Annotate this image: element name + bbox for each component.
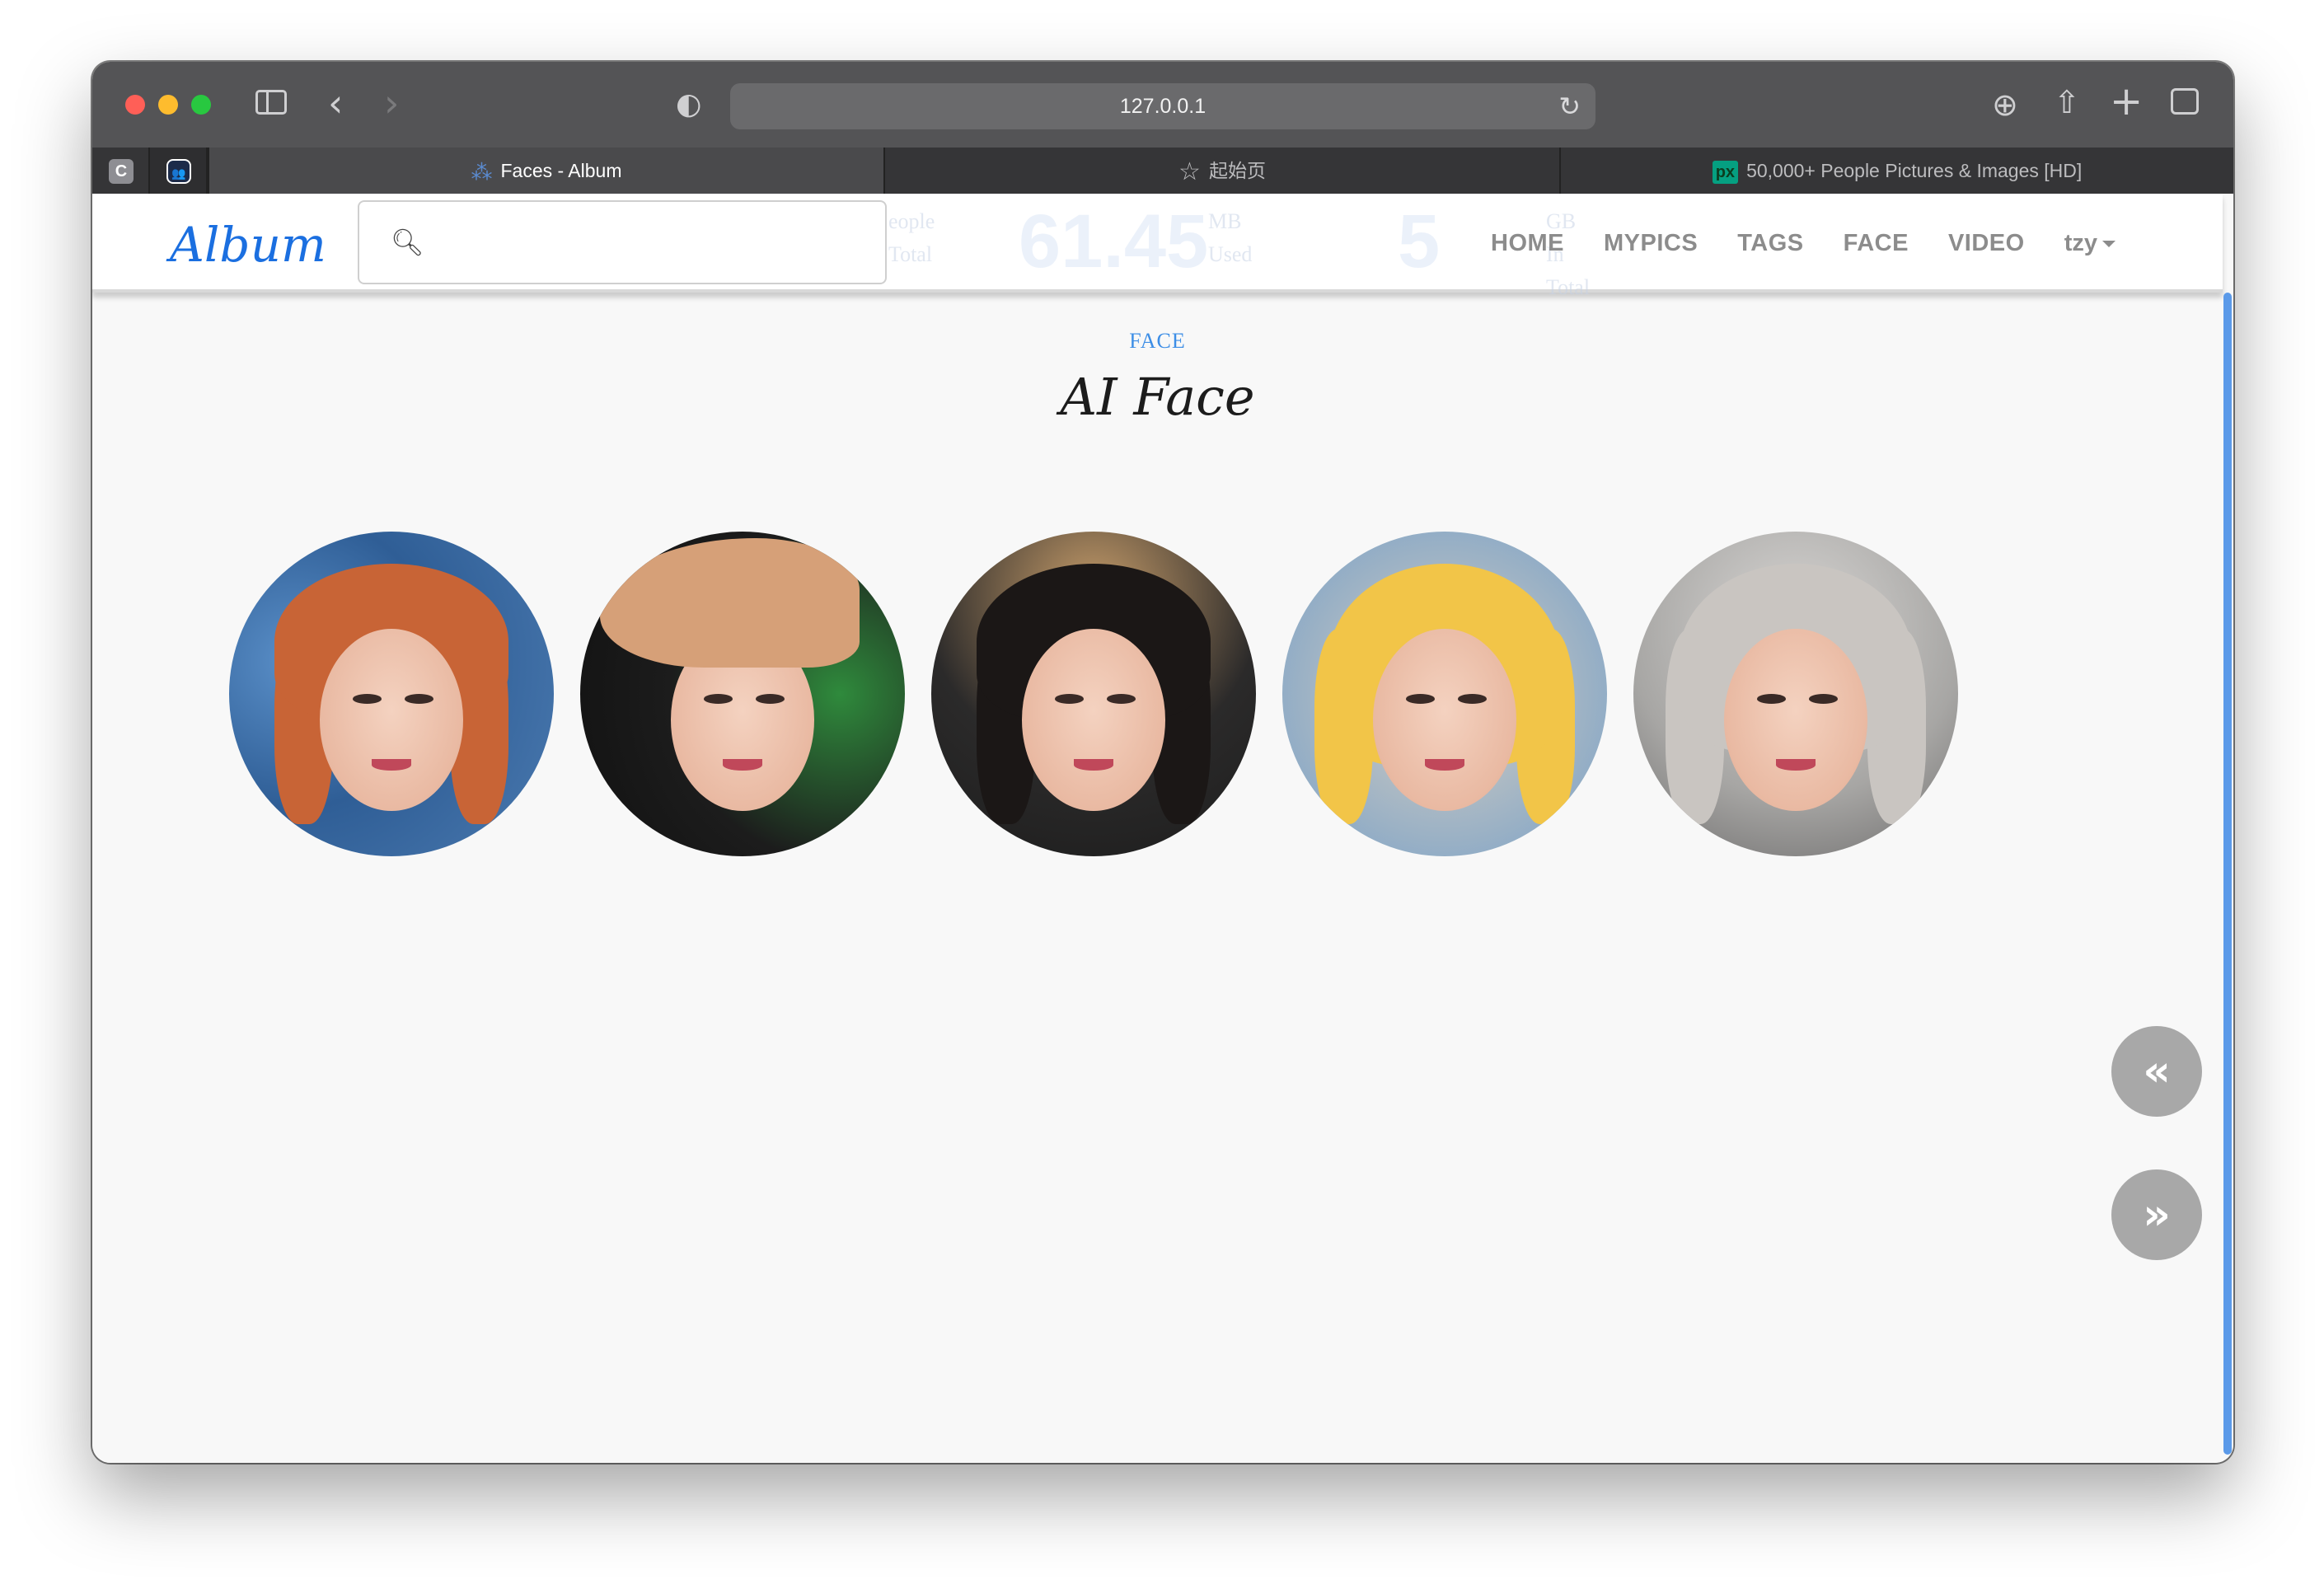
nav-video[interactable]: VIDEO: [1948, 230, 2025, 257]
zoom-window-button[interactable]: [191, 95, 211, 115]
browser-window: ‹ › ◐ 127.0.0.1 ↻ ⊕ ⇧ + C 👥 ⁂ Faces - Alb…: [92, 62, 2233, 1463]
hat-shape: [599, 537, 860, 668]
search-input[interactable]: [433, 218, 862, 268]
eye-shape: [1808, 694, 1839, 704]
back-icon[interactable]: ‹: [328, 80, 343, 126]
tab-overview-icon[interactable]: [2171, 88, 2199, 115]
pinned-tab-2[interactable]: 👥: [150, 148, 208, 194]
mouth-shape: [1776, 758, 1816, 771]
people-stat-label: eople Total: [888, 209, 935, 266]
eye-shape: [1054, 694, 1085, 704]
eye-shape: [1756, 694, 1787, 704]
previous-page-button[interactable]: «: [2111, 1026, 2202, 1117]
pinned-tab-1[interactable]: C: [92, 148, 150, 194]
face-shape: [320, 629, 463, 811]
eye-shape: [1405, 694, 1436, 704]
tab-label: Faces - Album: [500, 160, 622, 181]
nav-links: HOME MYPICS TAGS FACE VIDEO tzy: [1451, 194, 2115, 293]
face-shape: [1724, 629, 1867, 811]
gb-stat-value: 5: [1398, 199, 1441, 284]
mouth-shape: [372, 758, 411, 771]
mb-stat-label: MB Used: [1208, 209, 1253, 266]
eye-shape: [703, 694, 733, 704]
nav-tags[interactable]: TAGS: [1737, 230, 1803, 257]
pinned-tab-1-icon: C: [109, 159, 134, 184]
nav-mypics[interactable]: MYPICS: [1604, 230, 1698, 257]
scrollbar[interactable]: [2222, 293, 2233, 1463]
next-page-button[interactable]: »: [2111, 1169, 2202, 1260]
user-dropdown[interactable]: tzy: [2064, 230, 2115, 257]
url-text[interactable]: 127.0.0.1: [730, 83, 1595, 129]
close-window-button[interactable]: [125, 95, 145, 115]
search-box[interactable]: 🔍︎: [358, 200, 887, 284]
face-thumbnail-3[interactable]: [931, 532, 1256, 856]
nav-home[interactable]: HOME: [1491, 230, 1564, 257]
address-bar[interactable]: 127.0.0.1 ↻: [730, 83, 1595, 129]
tab-faces-album[interactable]: ⁂ Faces - Album: [208, 148, 883, 194]
px-icon: px: [1712, 160, 1739, 184]
mouth-shape: [1074, 758, 1113, 771]
section-label: FACE: [1129, 329, 1186, 353]
privacy-shield-icon[interactable]: ◐: [676, 87, 701, 123]
star-icon: ☆: [1178, 157, 1201, 185]
face-thumbnail-4[interactable]: [1282, 532, 1607, 856]
face-shape: [1373, 629, 1516, 811]
mouth-shape: [1425, 758, 1464, 771]
site-navbar: Album 🔍︎ eople Total 61.45 MB Used 5 GB In …: [92, 194, 2223, 299]
mb-stat-value: 61.45: [1019, 199, 1209, 284]
pinned-tab-2-icon: 👥: [166, 159, 191, 184]
caret-down-icon: [2102, 240, 2115, 247]
tab-label: 50,000+ People Pictures & Images [HD]: [1746, 160, 2083, 181]
download-icon[interactable]: ⊕: [1992, 85, 2018, 124]
eye-shape: [755, 694, 785, 704]
face-gallery: [229, 532, 2042, 861]
eye-shape: [352, 694, 382, 704]
nav-face[interactable]: FACE: [1844, 230, 1909, 257]
dots-grid-icon: ⁂: [471, 159, 493, 185]
face-thumbnail-5[interactable]: [1633, 532, 1958, 856]
search-icon: 🔍︎: [391, 227, 424, 258]
share-icon[interactable]: ⇧: [2054, 82, 2080, 123]
tab-start-page[interactable]: ☆ 起始页: [883, 148, 1559, 194]
face-shape: [1022, 629, 1165, 811]
scrollbar-thumb[interactable]: [2223, 293, 2232, 1455]
eye-shape: [1457, 694, 1488, 704]
tab-label: 起始页: [1208, 160, 1266, 181]
page-title: AI Face: [1060, 367, 1255, 427]
user-name: tzy: [2064, 229, 2097, 256]
sidebar-toggle-icon[interactable]: [255, 90, 287, 115]
forward-icon[interactable]: ›: [384, 80, 399, 126]
face-thumbnail-2[interactable]: [580, 532, 905, 856]
tab-people-pictures[interactable]: px 50,000+ People Pictures & Images [HD]: [1559, 148, 2233, 194]
face-thumbnail-1[interactable]: [229, 532, 554, 856]
tab-bar: C 👥 ⁂ Faces - Album ☆ 起始页 px 50,000+ People…: [92, 148, 2233, 194]
reload-icon[interactable]: ↻: [1558, 90, 1581, 123]
eye-shape: [1106, 694, 1136, 704]
eye-shape: [404, 694, 434, 704]
brand-logo[interactable]: Album: [170, 217, 326, 273]
page-content: Album 🔍︎ eople Total 61.45 MB Used 5 GB In …: [92, 194, 2233, 1463]
minimize-window-button[interactable]: [158, 95, 178, 115]
new-tab-icon[interactable]: +: [2110, 78, 2143, 124]
browser-toolbar: ‹ › ◐ 127.0.0.1 ↻ ⊕ ⇧ +: [92, 62, 2233, 148]
mouth-shape: [723, 758, 762, 771]
